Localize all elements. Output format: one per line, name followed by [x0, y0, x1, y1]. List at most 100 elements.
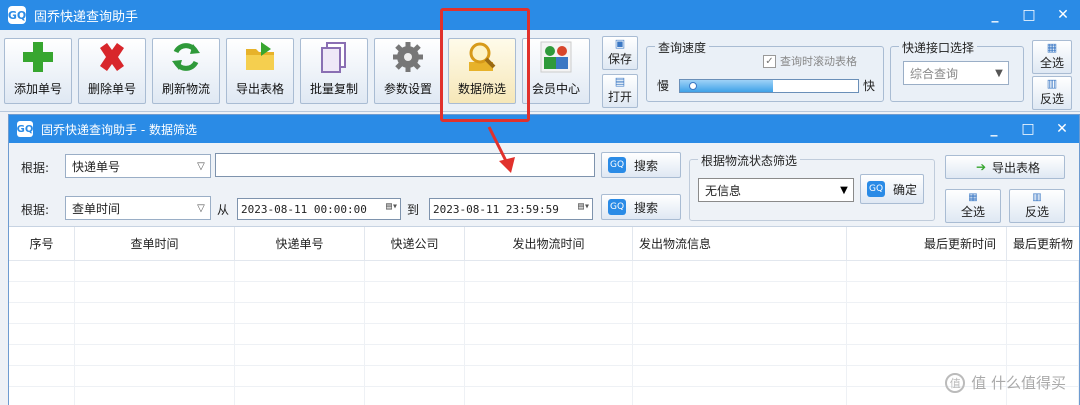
select-all-button[interactable]: ▦ 全选 — [1032, 40, 1072, 74]
col-courier[interactable]: 快递公司 — [365, 227, 465, 260]
speed-slow-label: 慢 — [657, 79, 670, 93]
table-cell — [1007, 261, 1079, 281]
filter-export-button[interactable]: ➔ 导出表格 — [945, 155, 1065, 179]
query-speed-group: 查询速度 ✓ 查询时滚动表格 慢 快 — [646, 39, 884, 102]
to-label: 到 — [407, 203, 420, 217]
confirm-label: 确定 — [893, 182, 918, 197]
scroll-table-checkbox[interactable]: ✓ 查询时滚动表格 — [763, 53, 857, 69]
api-select-title: 快递接口选择 — [899, 39, 978, 56]
table-cell — [75, 324, 235, 344]
filter-select-all-label: 全选 — [960, 205, 985, 219]
speed-slider-knob[interactable] — [689, 82, 697, 90]
search-button-2[interactable]: GQ 搜索 — [601, 194, 681, 220]
calendar-icon[interactable]: ▤▾ — [386, 201, 398, 212]
col-query-time[interactable]: 查单时间 — [75, 227, 235, 260]
confirm-logo-icon: GQ — [867, 181, 885, 197]
table-cell — [847, 303, 1007, 323]
search-label-1: 搜索 — [634, 158, 659, 173]
search-logo-icon: GQ — [608, 199, 626, 215]
from-datetime-picker[interactable]: 2023-08-11 00:00:00 ▤▾ — [237, 198, 401, 220]
filter-invert-button[interactable]: ▥ 反选 — [1009, 189, 1065, 223]
invert-select-label: 反选 — [1039, 92, 1064, 106]
table-cell — [1007, 345, 1079, 365]
batch-copy-button[interactable]: 批量复制 — [300, 38, 368, 104]
confirm-button[interactable]: GQ 确定 — [860, 174, 924, 204]
refresh-logistics-button[interactable]: 刷新物流 — [152, 38, 220, 104]
plus-icon — [21, 40, 55, 74]
delete-number-button[interactable]: 删除单号 — [78, 38, 146, 104]
calendar-icon[interactable]: ▤▾ — [578, 201, 590, 212]
delete-icon — [95, 40, 129, 74]
table-row — [9, 261, 1079, 282]
table-cell — [235, 282, 365, 302]
by-label-1: 根据: — [21, 161, 50, 175]
add-number-label: 添加单号 — [13, 82, 62, 96]
member-center-button[interactable]: 会员中心 — [522, 38, 590, 104]
col-last-update-info[interactable]: 最后更新物 — [1007, 227, 1079, 260]
watermark: 值 值 什么值得买 — [945, 372, 1066, 393]
copy-icon — [317, 40, 351, 74]
table-body — [9, 261, 1079, 405]
search-button-1[interactable]: GQ 搜索 — [601, 152, 681, 178]
table-cell — [1007, 303, 1079, 323]
col-ship-info[interactable]: 发出物流信息 — [633, 227, 847, 260]
refresh-icon — [169, 40, 203, 74]
col-index[interactable]: 序号 — [9, 227, 75, 260]
open-icon: ▤ — [614, 75, 626, 88]
add-number-button[interactable]: 添加单号 — [4, 38, 72, 104]
table-cell — [633, 387, 847, 405]
col-ship-time[interactable]: 发出物流时间 — [465, 227, 633, 260]
select-all-label: 全选 — [1039, 56, 1064, 70]
save-button[interactable]: ▣ 保存 — [602, 36, 638, 70]
from-label: 从 — [217, 203, 230, 217]
maximize-button[interactable]: □ — [1012, 7, 1046, 23]
close-button[interactable]: ✕ — [1046, 7, 1080, 23]
app-window: GQ 固乔快递查询助手 _ □ ✕ 添加单号 删除单号 刷新物流 导出表格 批量… — [0, 0, 1080, 405]
gear-icon — [391, 40, 425, 74]
speed-slider[interactable] — [679, 79, 859, 93]
field-select-1[interactable]: 快递单号 ▽ — [65, 154, 211, 178]
scroll-table-label: 查询时滚动表格 — [780, 55, 857, 68]
export-table-label: 导出表格 — [235, 82, 284, 96]
table-cell — [365, 303, 465, 323]
settings-button[interactable]: 参数设置 — [374, 38, 442, 104]
col-tracking-number[interactable]: 快递单号 — [235, 227, 365, 260]
col-last-update-time[interactable]: 最后更新时间 — [847, 227, 1007, 260]
minimize-button[interactable]: _ — [978, 7, 1012, 23]
save-label: 保存 — [607, 52, 632, 66]
table-cell — [235, 303, 365, 323]
table-cell — [365, 387, 465, 405]
table-cell — [9, 387, 75, 405]
table-cell — [365, 345, 465, 365]
filter-minimize-button[interactable]: _ — [977, 121, 1011, 137]
filter-window-title: 固乔快递查询助手 - 数据筛选 — [41, 122, 197, 137]
table-cell — [365, 261, 465, 281]
select-all-icon: ▦ — [1046, 41, 1058, 54]
to-datetime-picker[interactable]: 2023-08-11 23:59:59 ▤▾ — [429, 198, 593, 220]
table-row — [9, 345, 1079, 366]
table-cell — [633, 324, 847, 344]
status-select[interactable]: 无信息 ▼ — [698, 178, 854, 202]
keyword-input[interactable] — [215, 153, 595, 177]
field-select-2[interactable]: 查单时间 ▽ — [65, 196, 211, 220]
table-row — [9, 303, 1079, 324]
from-datetime-value: 2023-08-11 00:00:00 — [241, 202, 367, 216]
filter-invert-label: 反选 — [1024, 205, 1049, 219]
api-select-group: 快递接口选择 综合查询 ▼ — [890, 39, 1024, 102]
api-select-dropdown[interactable]: 综合查询 ▼ — [903, 61, 1009, 85]
export-table-button[interactable]: 导出表格 — [226, 38, 294, 104]
table-cell — [1007, 282, 1079, 302]
export-arrow-icon: ➔ — [975, 160, 987, 174]
open-button[interactable]: ▤ 打开 — [602, 74, 638, 108]
invert-select-button[interactable]: ▥ 反选 — [1032, 76, 1072, 110]
filter-maximize-button[interactable]: □ — [1011, 121, 1045, 137]
table-cell — [633, 345, 847, 365]
delete-number-label: 删除单号 — [87, 82, 136, 96]
table-cell — [365, 366, 465, 386]
table-cell — [847, 282, 1007, 302]
table-row — [9, 366, 1079, 387]
open-label: 打开 — [607, 90, 632, 104]
filter-close-button[interactable]: ✕ — [1045, 121, 1079, 137]
filter-select-all-button[interactable]: ▦ 全选 — [945, 189, 1001, 223]
red-arrow-icon — [487, 126, 515, 173]
